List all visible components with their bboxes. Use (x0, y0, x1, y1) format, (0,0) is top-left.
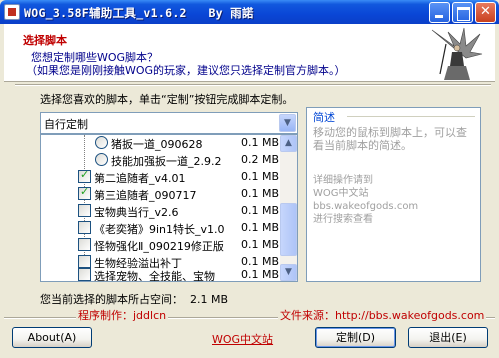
list-item[interactable]: 《老奕猪》9in1特长_v1.0 0.1 MB (41, 219, 281, 236)
window-title: WOG_3.58F辅助工具_v1.6.2 By 雨諾 (24, 6, 254, 20)
script-checkbox[interactable] (78, 238, 91, 251)
title-bar[interactable]: WOG_3.58F辅助工具_v1.6.2 By 雨諾 ✕ (0, 0, 499, 24)
description-help: 详细操作请到 WOG中文站 bbs.wakeofgods.com 进行搜索查看 (313, 175, 419, 225)
script-tree-list[interactable]: 猪扳一道_090628 0.1 MB 技能加强扳一道_2.9.2 0.2 MB … (40, 134, 298, 282)
script-label: 猪扳一道_090628 (111, 138, 203, 151)
space-used-label: 您当前选择的脚本所占空间： 2.1 MB (40, 293, 229, 306)
minimize-button[interactable] (429, 2, 450, 23)
list-item[interactable]: 猪扳一道_090628 0.1 MB (41, 135, 281, 151)
script-label: 选择宠物、全技能、宝物 (94, 270, 215, 282)
customize-button[interactable]: 定制(D) (315, 327, 396, 348)
description-panel: 简述 移动您的鼠标到脚本上，可以查看当前脚本的简述。 详细操作请到 WOG中文站… (306, 107, 481, 282)
script-checkbox[interactable] (78, 185, 91, 200)
script-label: 技能加强扳一道_2.9.2 (111, 155, 222, 168)
script-checkbox[interactable] (78, 268, 91, 281)
scroll-up-icon[interactable]: ▲ (280, 135, 297, 152)
preset-dropdown[interactable]: 自行定制 ▼ (40, 112, 298, 134)
intro-text: 选择您喜欢的脚本，单击“定制”按钮完成脚本定制。 (40, 93, 294, 106)
list-item[interactable]: 第三追随者_090717 0.1 MB (41, 185, 281, 202)
list-item[interactable]: 第二追随者_v4.01 0.1 MB (41, 168, 281, 185)
script-label: 第三追随者_090717 (94, 189, 197, 202)
script-size: 0.1 MB (241, 136, 280, 149)
script-radio[interactable] (95, 136, 108, 149)
script-label: 怪物强化Ⅱ_090219修正版 (94, 240, 224, 253)
script-label: 第二追随者_v4.01 (94, 172, 186, 185)
script-size: 0.1 MB (241, 268, 280, 281)
script-checkbox[interactable] (78, 168, 91, 183)
script-label: 《老奕猪》9in1特长_v1.0 (94, 223, 225, 236)
script-size: 0.1 MB (241, 187, 280, 200)
about-button[interactable]: About(A) (12, 327, 92, 348)
list-scrollbar[interactable]: ▲ ▼ (280, 135, 297, 281)
list-item[interactable]: 宝物典当行_v2.6 0.1 MB (41, 202, 281, 219)
legend-rule (347, 116, 475, 117)
scroll-thumb[interactable] (280, 203, 297, 256)
list-item[interactable]: 怪物强化Ⅱ_090219修正版 0.1 MB (41, 236, 281, 253)
script-size: 0.1 MB (241, 204, 280, 217)
description-hint: 移动您的鼠标到脚本上，可以查看当前脚本的简述。 (313, 126, 467, 152)
description-legend: 简述 (313, 111, 335, 124)
exit-button[interactable]: 退出(E) (408, 327, 488, 348)
list-item[interactable]: 技能加强扳一道_2.9.2 0.2 MB (41, 151, 281, 168)
script-checkbox[interactable] (78, 204, 91, 217)
wizard-header: 选择脚本 您想定制哪些WOG脚本？ （如果您是刚刚接触WOG的玩家，建议您只选择… (4, 24, 495, 82)
preset-selected: 自行定制 (44, 118, 88, 131)
chevron-down-icon[interactable]: ▼ (279, 114, 296, 132)
list-item[interactable]: 选择宠物、全技能、宝物 0.1 MB (41, 266, 281, 282)
maximize-button[interactable] (452, 2, 473, 23)
author-credit: 程序制作：jddlcn (76, 307, 169, 323)
wog-site-link[interactable]: WOG中文站 (212, 331, 273, 347)
angel-logo-icon (431, 27, 483, 80)
script-size: 0.1 MB (241, 238, 280, 251)
header-title: 选择脚本 (23, 34, 67, 47)
script-size: 0.2 MB (241, 153, 280, 166)
close-button[interactable]: ✕ (475, 2, 496, 23)
script-size: 0.1 MB (241, 170, 280, 183)
header-divider (15, 84, 491, 86)
file-source: 文件来源：http://bbs.wakeofgods.com (278, 307, 487, 323)
script-radio[interactable] (95, 153, 108, 166)
script-size: 0.1 MB (241, 221, 280, 234)
header-advice: （如果您是刚刚接触WOG的玩家，建议您只选择定制官方脚本。） (26, 64, 346, 77)
script-checkbox[interactable] (78, 221, 91, 234)
scroll-down-icon[interactable]: ▼ (280, 264, 297, 281)
script-label: 宝物典当行_v2.6 (94, 206, 179, 219)
app-icon (4, 4, 20, 20)
